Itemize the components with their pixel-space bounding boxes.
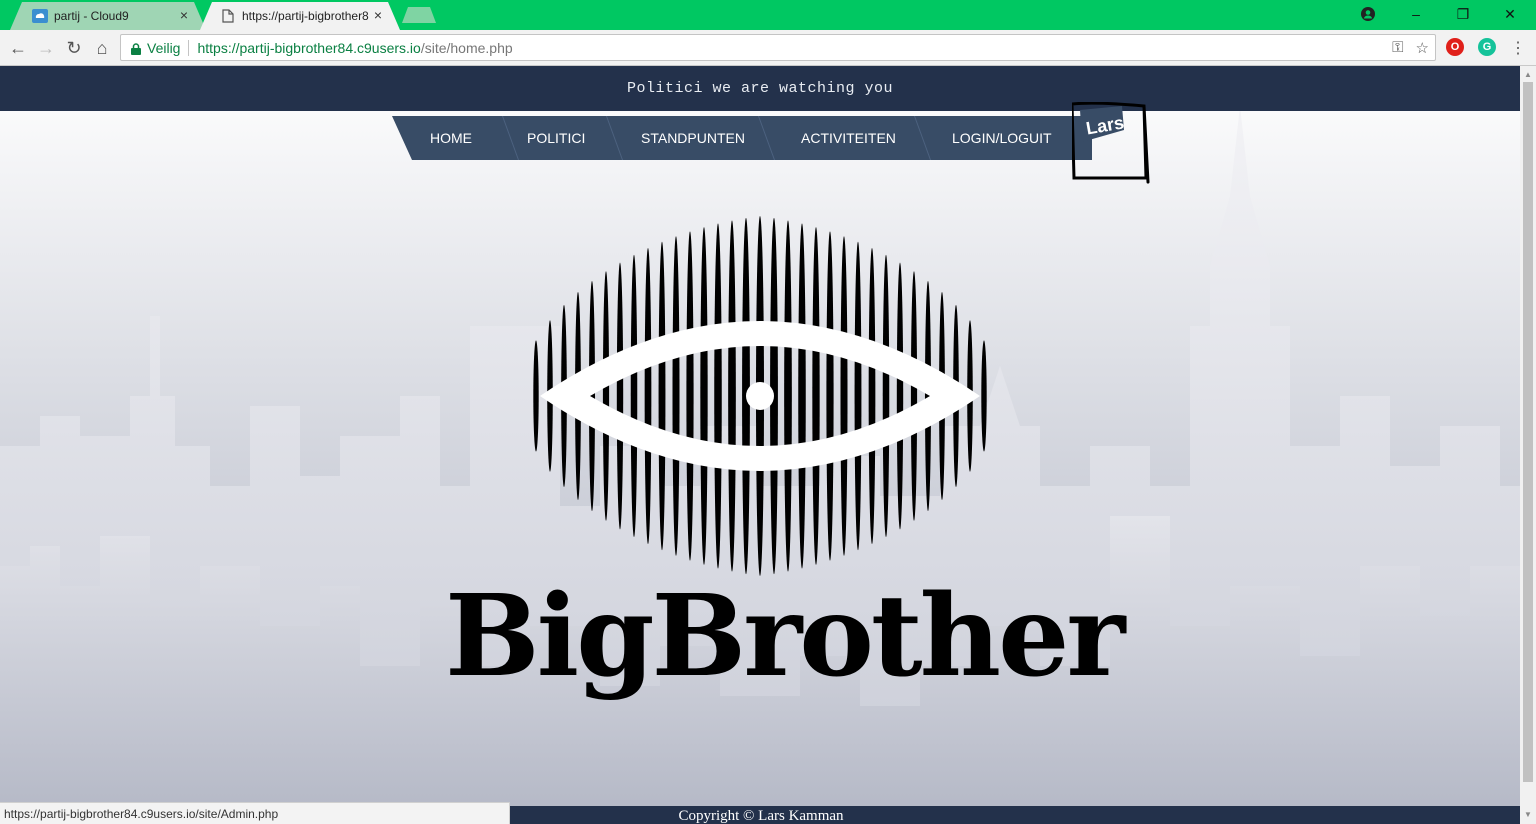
eye-stripe — [630, 254, 638, 538]
tagline-text: Politici we are watching you — [626, 80, 894, 97]
eye-stripe — [910, 271, 918, 521]
minimize-button[interactable]: – — [1393, 0, 1439, 28]
address-bar[interactable]: Veilig https://partij-bigbrother84.c9use… — [120, 34, 1436, 61]
tab-close-button[interactable]: × — [374, 7, 382, 23]
scroll-up-arrow-icon[interactable]: ▲ — [1524, 70, 1532, 79]
link-status-bar: https://partij-bigbrother84.c9users.io/s… — [0, 802, 510, 824]
page-scrollbar[interactable]: ▲ ▼ — [1520, 66, 1536, 824]
page-viewport: Politici we are watching you HOME POLITI… — [0, 66, 1520, 824]
tab-title: partij - Cloud9 — [54, 9, 129, 23]
browser-titlebar: partij - Cloud9 × https://partij-bigbrot… — [0, 0, 1536, 30]
bookmark-star-icon[interactable]: ☆ — [1416, 39, 1429, 57]
copyright-text: Copyright © Lars Kamman — [678, 808, 844, 824]
eye-stripe — [981, 340, 987, 452]
eye-stripe — [826, 231, 834, 561]
nav-item-politici[interactable]: POLITICI — [527, 116, 585, 160]
grammarly-extension-icon[interactable]: G — [1478, 38, 1496, 56]
url-host: https://partij-bigbrother84.c9users.io — [197, 39, 421, 56]
reload-button[interactable]: ↻ — [62, 36, 86, 60]
eye-stripe — [868, 247, 876, 545]
lock-icon — [131, 42, 141, 55]
tagline-bar: Politici we are watching you — [0, 66, 1520, 111]
restore-button[interactable]: ❐ — [1440, 0, 1486, 28]
secure-label: Veilig — [147, 39, 181, 56]
eye-stripe — [882, 254, 890, 538]
eye-stripe — [658, 241, 666, 551]
back-button[interactable]: ← — [6, 36, 30, 60]
user-badge[interactable]: Lars — [1070, 101, 1150, 184]
eye-stripe — [700, 227, 708, 565]
eye-stripe — [644, 247, 652, 545]
nav-item-standpunten[interactable]: STANDPUNTEN — [641, 116, 745, 160]
eye-stripe — [896, 262, 904, 530]
eye-stripe — [686, 231, 694, 561]
nav-item-login-loguit[interactable]: LOGIN/LOGUIT — [952, 116, 1052, 160]
eye-stripe — [812, 227, 820, 565]
new-tab-button[interactable] — [402, 7, 436, 23]
menu-icon[interactable]: ⋮ — [1506, 36, 1530, 60]
main-navigation: HOME POLITICI STANDPUNTEN ACTIVITEITEN L… — [392, 116, 1092, 160]
logo-text: BigBrother — [445, 571, 1125, 702]
home-button[interactable]: ⌂ — [90, 36, 114, 60]
omnibox-actions: ⚿ ☆ — [1392, 39, 1429, 57]
omnibox-separator — [188, 39, 190, 56]
forward-button[interactable]: → — [34, 36, 58, 60]
page-icon — [220, 8, 236, 24]
eye-stripe — [533, 340, 539, 452]
eye-stripe — [784, 220, 792, 572]
browser-toolbar: ← → ↻ ⌂ Veilig https://partij-bigbrother… — [0, 30, 1536, 66]
eye-stripe — [854, 241, 862, 551]
cloud9-icon — [32, 8, 48, 24]
tab-title: https://partij-bigbrother8 — [242, 9, 369, 23]
opera-extension-icon[interactable]: O — [1446, 38, 1464, 56]
eye-stripe — [714, 223, 722, 569]
scroll-thumb[interactable] — [1523, 82, 1533, 782]
tab-close-button[interactable]: × — [180, 7, 188, 23]
profile-icon[interactable] — [1345, 0, 1391, 28]
eye-stripe — [602, 271, 610, 521]
nav-item-activiteiten[interactable]: ACTIVITEITEN — [801, 116, 896, 160]
eye-pupil-highlight — [746, 382, 774, 410]
eye-stripe — [728, 220, 736, 572]
eye-stripe — [672, 236, 680, 556]
scroll-down-arrow-icon[interactable]: ▼ — [1524, 810, 1532, 819]
eye-stripe — [616, 262, 624, 530]
nav-item-home[interactable]: HOME — [430, 116, 472, 160]
close-window-button[interactable]: ✕ — [1487, 0, 1533, 28]
tab-cloud9[interactable]: partij - Cloud9 × — [10, 2, 206, 30]
eye-logo — [533, 216, 987, 576]
eye-stripe — [798, 223, 806, 569]
status-url: https://partij-bigbrother84.c9users.io/s… — [4, 807, 279, 821]
key-icon[interactable]: ⚿ — [1392, 39, 1403, 57]
eye-stripe — [840, 236, 848, 556]
url-path: /site/home.php — [420, 39, 513, 56]
tab-bigbrother[interactable]: https://partij-bigbrother8 × — [200, 2, 400, 30]
